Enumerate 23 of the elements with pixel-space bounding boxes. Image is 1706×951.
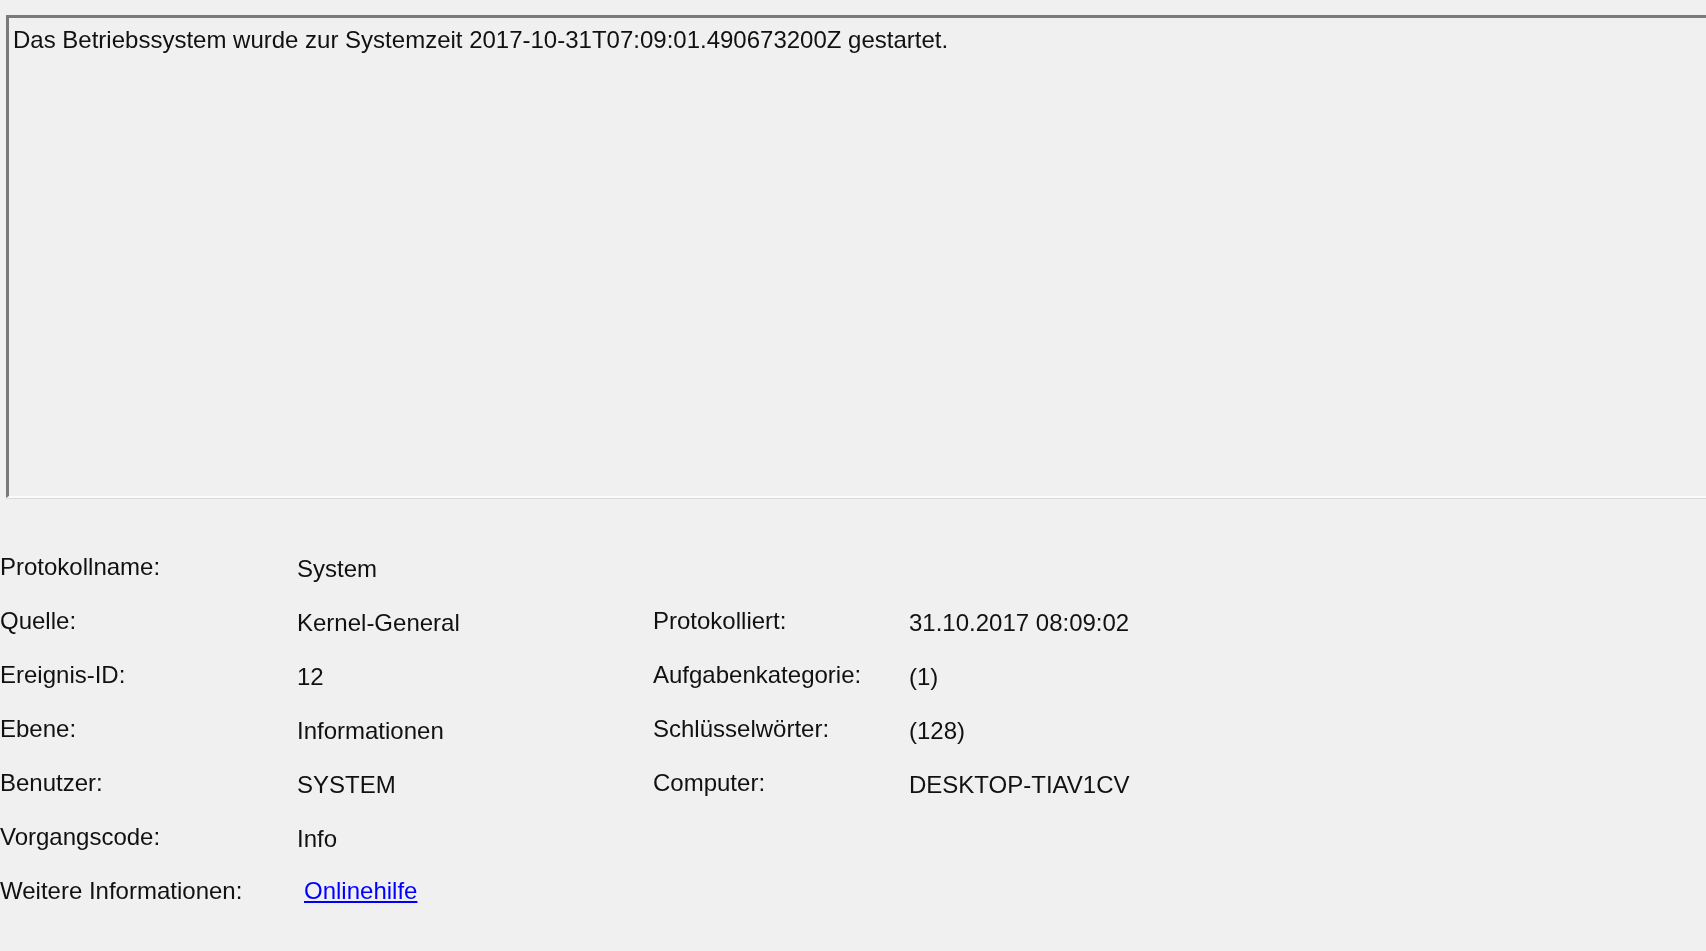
description-text: Das Betriebssystem wurde zur Systemzeit 2017-10-31T07:09:01.490673200Z gestartet. bbox=[13, 26, 950, 54]
field-value: SYSTEM bbox=[297, 770, 396, 799]
field-label: Quelle: bbox=[0, 607, 77, 635]
field-value: 12 bbox=[297, 662, 324, 691]
field-value: 31.10.2017 08:09:02 bbox=[909, 608, 1130, 637]
field-value: DESKTOP-TIAV1CV bbox=[909, 770, 1130, 799]
field-value: (128) bbox=[909, 716, 966, 745]
field-label: Aufgabenkategorie: bbox=[653, 661, 862, 689]
field-label: Weitere Informationen: bbox=[0, 877, 243, 905]
help-link[interactable]: Onlinehilfe bbox=[304, 877, 418, 905]
field-label: Vorgangscode: bbox=[0, 823, 161, 851]
field-label: Protokolliert: bbox=[653, 607, 787, 635]
field-value: System bbox=[297, 554, 377, 583]
field-value: (1) bbox=[909, 662, 939, 691]
field-value: Info bbox=[297, 824, 338, 853]
field-label: Protokollname: bbox=[0, 553, 161, 581]
field-label: Ebene: bbox=[0, 715, 77, 743]
field-label: Ereignis-ID: bbox=[0, 661, 126, 689]
field-label: Schlüsselwörter: bbox=[653, 715, 830, 743]
field-value: Informationen bbox=[297, 716, 444, 745]
field-label: Computer: bbox=[653, 769, 766, 797]
field-value: Kernel-General bbox=[297, 608, 460, 637]
field-label: Benutzer: bbox=[0, 769, 103, 797]
